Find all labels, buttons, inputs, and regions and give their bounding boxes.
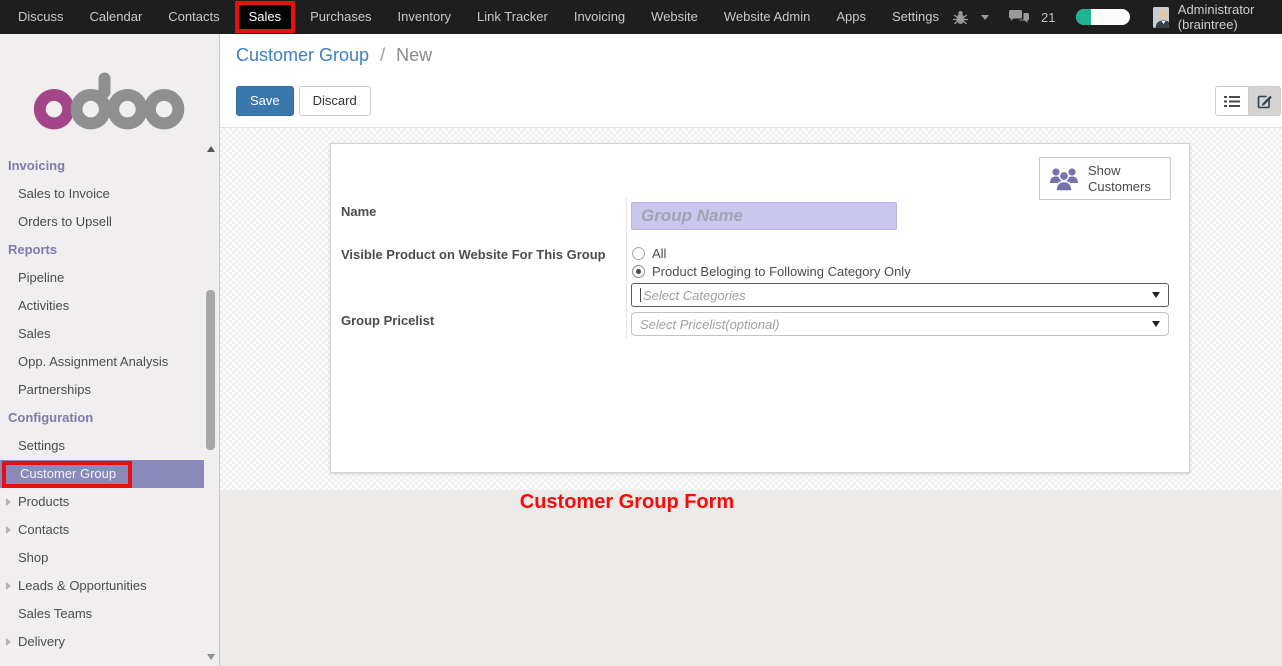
sidebar: Invoicing Sales to Invoice Orders to Ups… [0,34,220,666]
scroll-up-arrow-icon[interactable] [207,146,215,152]
dropdown-caret-icon [1152,292,1160,298]
sidebar-menu: Invoicing Sales to Invoice Orders to Ups… [0,152,219,656]
group-name-input[interactable] [631,202,897,230]
user-menu[interactable]: Administrator (braintree) [1178,2,1280,32]
sidebar-item-pipeline[interactable]: Pipeline [0,264,219,292]
progress-pill-fill [1076,9,1091,25]
form-card: Show Customers Name Visible Product on W… [330,143,1190,473]
radio-unchecked-icon[interactable] [632,247,645,260]
progress-pill[interactable] [1076,9,1130,25]
sidebar-item-sales-to-invoice[interactable]: Sales to Invoice [0,180,219,208]
main-content: Customer Group / New Save Discard [220,34,1282,666]
sidebar-item-products[interactable]: Products [0,488,219,516]
nav-item-calendar[interactable]: Calendar [77,0,156,34]
scrollbar-thumb[interactable] [206,290,215,450]
nav-item-settings[interactable]: Settings [879,0,952,34]
select-categories-dropdown[interactable]: Select Categories [631,283,1169,307]
breadcrumb-parent-link[interactable]: Customer Group [236,45,369,65]
sidebar-item-label: Delivery [18,634,65,649]
sidebar-header-invoicing: Invoicing [0,152,219,180]
sidebar-item-opp-assignment-analysis[interactable]: Opp. Assignment Analysis [0,348,219,376]
visible-product-field-label: Visible Product on Website For This Grou… [341,247,606,262]
messages-icon[interactable] [1008,9,1030,25]
radio-option-category-only[interactable]: Product Beloging to Following Category O… [632,264,911,279]
scroll-down-arrow-icon[interactable] [207,654,215,660]
expand-arrow-icon [6,498,11,506]
annotation-caption: Customer Group Form [220,491,1034,514]
sidebar-item-shop[interactable]: Shop [0,544,219,572]
nav-item-inventory[interactable]: Inventory [385,0,464,34]
sidebar-item-label: Contacts [18,522,69,537]
expand-arrow-icon [6,526,11,534]
list-view-icon [1224,95,1240,108]
form-sheet-background: Show Customers Name Visible Product on W… [220,128,1282,490]
sidebar-item-sales[interactable]: Sales [0,320,219,348]
nav-item-contacts[interactable]: Contacts [155,0,232,34]
sidebar-item-contacts[interactable]: Contacts [0,516,219,544]
breadcrumb-current: New [396,45,432,65]
toolbar-buttons: Save Discard [236,86,371,116]
sidebar-item-leads-opportunities[interactable]: Leads & Opportunities [0,572,219,600]
select-categories-placeholder: Select Categories [643,288,746,303]
save-button[interactable]: Save [236,86,294,116]
group-pricelist-field-label: Group Pricelist [341,313,434,328]
form-view-button[interactable] [1248,86,1281,116]
nav-item-apps[interactable]: Apps [823,0,879,34]
odoo-logo [0,34,219,152]
annotation-red-box: Customer Group [2,461,132,488]
nav-item-website[interactable]: Website [638,0,711,34]
radio-all-label: All [652,246,666,261]
navbar-right-cluster: 21 Administrator (braintree) [952,2,1282,32]
nav-item-discuss[interactable]: Discuss [5,0,77,34]
expand-arrow-icon [6,638,11,646]
show-customers-button[interactable]: Show Customers [1039,157,1171,200]
sidebar-item-customer-group[interactable]: Customer Group [0,460,204,488]
sidebar-item-activities[interactable]: Activities [0,292,219,320]
breadcrumb-separator: / [374,45,391,65]
nav-item-invoicing[interactable]: Invoicing [561,0,638,34]
breadcrumb: Customer Group / New [236,45,432,66]
radio-checked-icon[interactable] [632,265,645,278]
sidebar-scrollbar[interactable] [204,142,218,666]
dropdown-caret-icon [1152,321,1160,327]
sidebar-header-reports: Reports [0,236,219,264]
text-cursor [640,288,641,302]
expand-arrow-icon [6,582,11,590]
radio-option-all[interactable]: All [632,246,666,261]
page-footer-area: Customer Group Form [220,490,1282,666]
sidebar-item-settings[interactable]: Settings [0,432,219,460]
customers-group-icon [1048,166,1080,192]
radio-category-label: Product Beloging to Following Category O… [652,264,911,279]
nav-item-link-tracker[interactable]: Link Tracker [464,0,561,34]
user-avatar[interactable] [1153,7,1168,28]
debug-bug-icon[interactable] [952,10,969,25]
form-column-divider [626,198,627,338]
name-field-label: Name [341,204,376,219]
discard-button[interactable]: Discard [299,86,371,116]
sidebar-item-label: Leads & Opportunities [18,578,147,593]
sidebar-header-configuration: Configuration [0,404,219,432]
message-count-badge[interactable]: 21 [1041,10,1055,25]
view-switcher [1215,86,1281,116]
list-view-button[interactable] [1215,86,1248,116]
sidebar-item-delivery[interactable]: Delivery [0,628,219,656]
sidebar-item-orders-to-upsell[interactable]: Orders to Upsell [0,208,219,236]
select-pricelist-placeholder: Select Pricelist(optional) [640,317,779,332]
nav-item-purchases[interactable]: Purchases [297,0,384,34]
sidebar-item-label: Products [18,494,69,509]
debug-caret-down-icon[interactable] [981,15,989,20]
control-panel: Customer Group / New Save Discard [220,34,1282,128]
sidebar-item-partnerships[interactable]: Partnerships [0,376,219,404]
show-customers-label: Show Customers [1088,163,1158,195]
top-navbar: Discuss Calendar Contacts Sales Purchase… [0,0,1282,34]
sidebar-item-sales-teams[interactable]: Sales Teams [0,600,219,628]
nav-item-sales[interactable]: Sales [235,1,296,33]
form-view-icon [1257,93,1273,109]
nav-item-website-admin[interactable]: Website Admin [711,0,823,34]
select-pricelist-dropdown[interactable]: Select Pricelist(optional) [631,312,1169,336]
